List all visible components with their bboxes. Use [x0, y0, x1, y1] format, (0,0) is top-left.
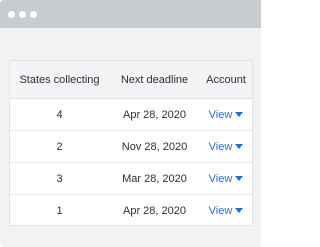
states-collecting-cell: 2 [10, 130, 109, 163]
states-collecting-cell: 3 [10, 162, 109, 195]
table-row: 3 Mar 28, 2020 View [10, 162, 252, 195]
column-header-account: Account [200, 61, 252, 99]
table-row: 2 Nov 28, 2020 View [10, 130, 252, 163]
view-account-dropdown[interactable]: View [209, 205, 244, 217]
accounts-table-card: States collecting Next deadline Account … [9, 60, 253, 226]
table-row: 1 Apr 28, 2020 View [10, 195, 252, 226]
account-cell: View [200, 195, 252, 226]
column-header-next-deadline: Next deadline [109, 61, 200, 99]
states-collecting-cell: 1 [56, 204, 63, 217]
next-deadline-cell: Mar 28, 2020 [109, 162, 200, 195]
window-dot-icon [19, 11, 26, 18]
view-link-label[interactable]: View [209, 109, 233, 121]
caret-down-icon[interactable] [235, 207, 244, 213]
view-link-label[interactable]: View [209, 205, 233, 217]
table-row: 4 Apr 28, 2020 View [10, 98, 252, 131]
next-deadline-cell: Apr 28, 2020 [123, 204, 186, 217]
account-cell: View [200, 98, 252, 131]
title-bar [0, 0, 261, 28]
view-link-label[interactable]: View [209, 173, 233, 185]
next-deadline-cell: Apr 28, 2020 [109, 98, 200, 131]
caret-down-icon[interactable] [235, 143, 244, 149]
view-account-dropdown[interactable]: View [209, 173, 244, 185]
column-header-states-collecting: States collecting [10, 61, 109, 99]
accounts-table: States collecting Next deadline Account … [10, 61, 252, 226]
account-cell: View [200, 162, 252, 195]
window-dot-icon [30, 11, 37, 18]
account-cell: View [200, 130, 252, 163]
caret-down-icon[interactable] [235, 111, 244, 117]
next-deadline-cell: Nov 28, 2020 [109, 130, 200, 163]
caret-down-icon[interactable] [235, 175, 244, 181]
window-dot-icon [8, 11, 15, 18]
states-collecting-cell: 4 [10, 98, 109, 131]
view-account-dropdown[interactable]: View [209, 141, 244, 153]
view-link-label[interactable]: View [209, 141, 233, 153]
view-account-dropdown[interactable]: View [209, 109, 244, 121]
table-header-row: States collecting Next deadline Account [10, 61, 252, 99]
app-window: States collecting Next deadline Account … [0, 0, 261, 247]
